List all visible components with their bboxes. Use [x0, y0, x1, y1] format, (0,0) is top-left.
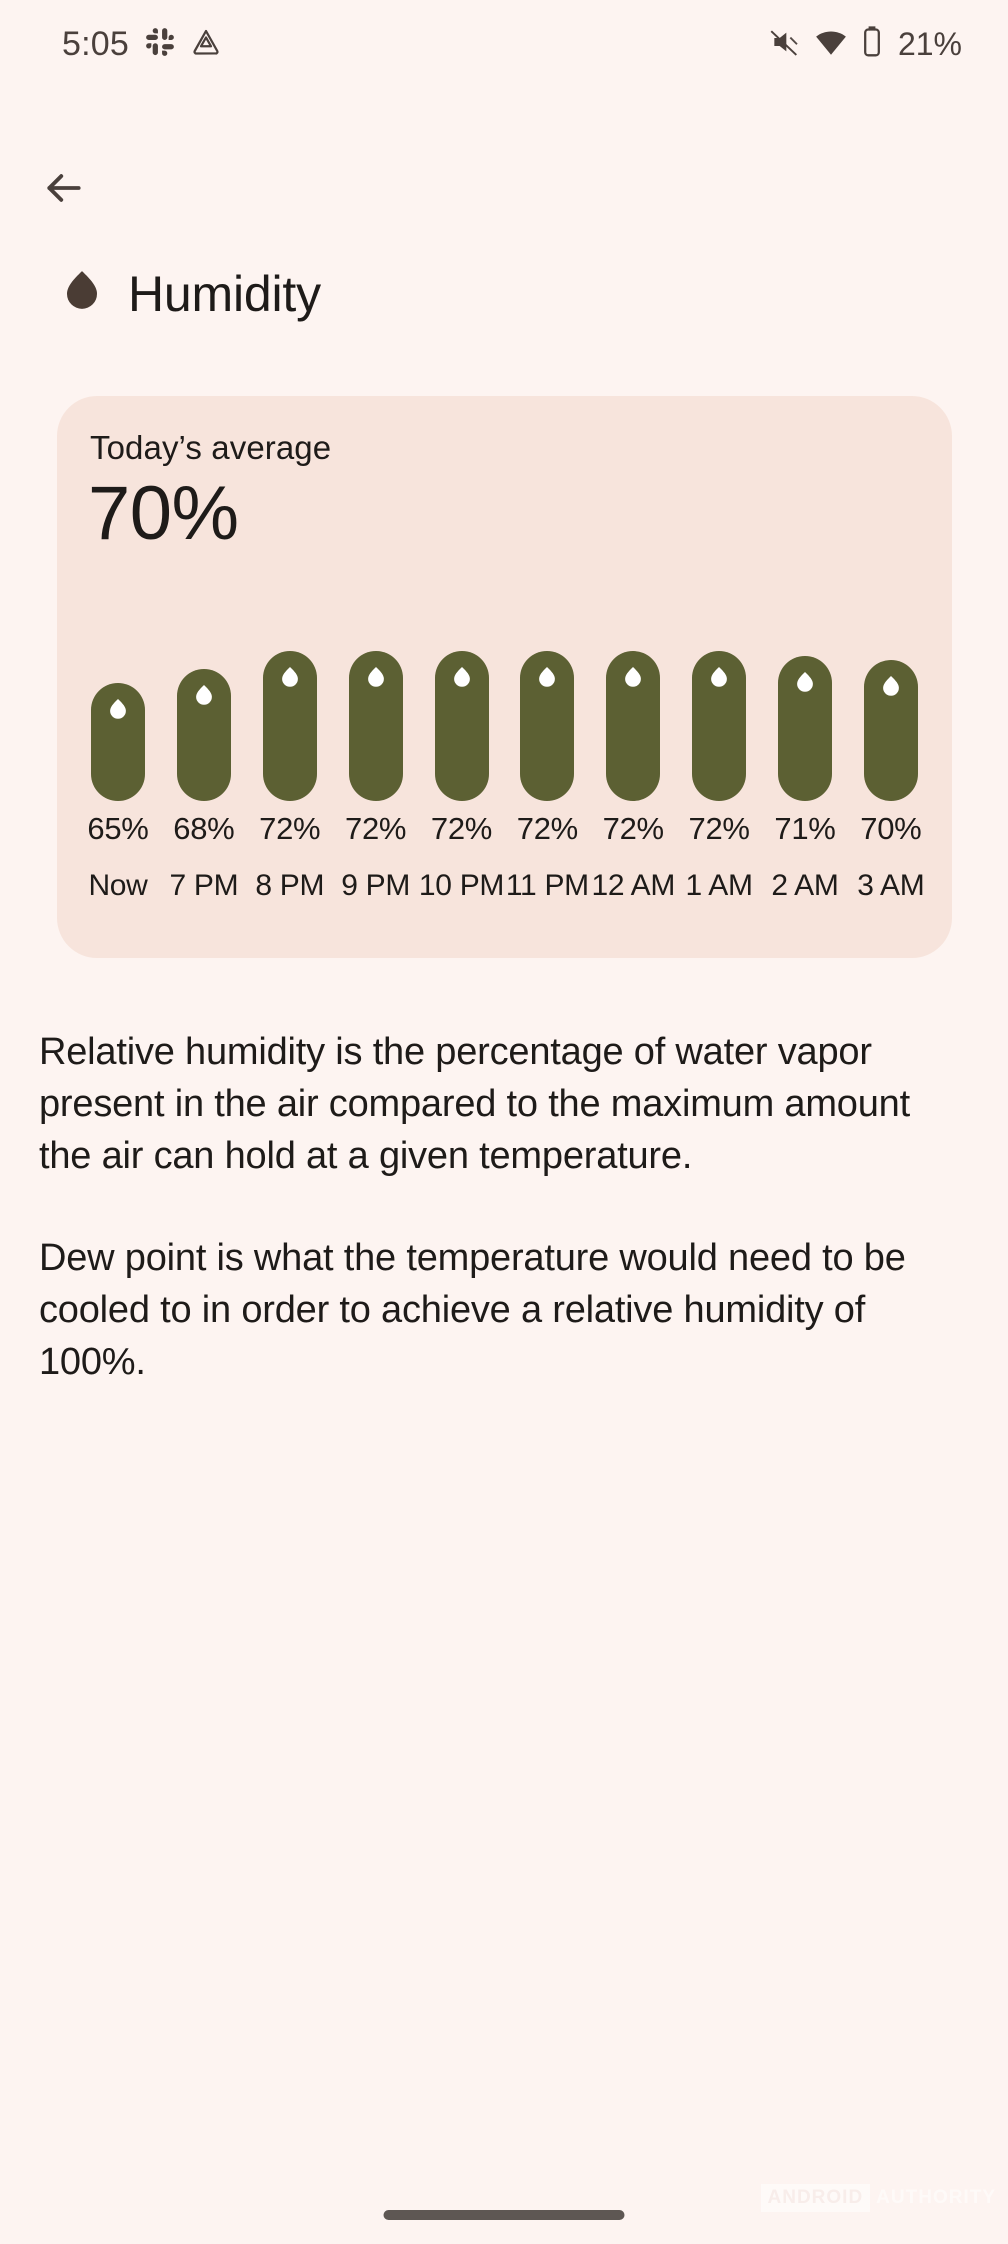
- bar-value-label: 70%: [860, 811, 922, 846]
- page-title: Humidity: [128, 266, 321, 322]
- description-paragraph-1: Relative humidity is the percentage of w…: [39, 1031, 910, 1177]
- bar-time-label: 9 PM: [341, 869, 411, 902]
- humidity-bar[interactable]: [692, 651, 747, 801]
- bar-time-label: 10 PM: [418, 869, 505, 902]
- bar-area: [165, 646, 243, 801]
- bar-area: [337, 646, 415, 801]
- bar-value-label: 72%: [688, 811, 750, 846]
- bar-area: [251, 646, 329, 801]
- bar-value-label: 68%: [173, 811, 235, 846]
- water-drop-icon: [279, 665, 301, 696]
- bar-area: [852, 646, 930, 801]
- bar-value-label: 72%: [602, 811, 664, 846]
- bar-time-label: 1 AM: [685, 869, 753, 902]
- chart-column: 72% 8 PM: [251, 646, 329, 903]
- status-clock: 5:05: [62, 24, 129, 63]
- chart-column: 71% 2 AM: [766, 646, 844, 903]
- watermark-authority: AUTHORITY: [876, 2187, 996, 2208]
- chart-column: 72% 10 PM: [419, 646, 504, 903]
- home-indicator[interactable]: [383, 2210, 625, 2220]
- humidity-bar[interactable]: [262, 651, 317, 801]
- bar-time-label: 12 AM: [591, 869, 676, 902]
- chart-column: 70% 3 AM: [852, 646, 930, 903]
- slack-icon: [145, 27, 175, 62]
- bar-time-label: 8 PM: [255, 869, 325, 902]
- back-button[interactable]: [28, 152, 100, 224]
- status-bar: 5:05 21%: [0, 0, 1008, 88]
- battery-icon: [861, 25, 883, 64]
- water-drop-icon: [536, 665, 558, 696]
- bar-time-label: 2 AM: [771, 869, 839, 902]
- bar-value-label: 72%: [345, 811, 407, 846]
- water-drop-glyph: [67, 270, 97, 309]
- humidity-bar[interactable]: [176, 669, 231, 801]
- humidity-bar[interactable]: [778, 655, 832, 801]
- water-drop-icon: [62, 268, 102, 321]
- card-average-value: 70%: [88, 471, 239, 556]
- chart-column: 72% 12 AM: [591, 646, 676, 903]
- watermark-android: ANDROID: [760, 2184, 871, 2212]
- water-drop-icon: [365, 665, 387, 696]
- battery-percent-label: 21%: [897, 25, 962, 62]
- bar-time-label: 3 AM: [857, 869, 925, 902]
- arrow-left-icon: [47, 174, 81, 202]
- bar-value-label: 72%: [430, 811, 493, 846]
- bar-time-label: Now: [88, 869, 148, 902]
- bar-time-label: 11 PM: [505, 869, 589, 902]
- card-subtitle: Today’s average: [90, 429, 332, 466]
- humidity-bar[interactable]: [348, 651, 403, 801]
- bar-area: [594, 646, 672, 801]
- wifi-icon: [814, 25, 848, 64]
- humidity-bar[interactable]: [91, 683, 145, 801]
- humidity-bar[interactable]: [434, 651, 489, 801]
- hourly-humidity-chart: 65% Now 68% 7 PM 72% 8 PM 72% 9 PM 72% 10 PM 72% 11…: [79, 646, 930, 936]
- humidity-bar[interactable]: [863, 660, 918, 801]
- bar-area: [423, 646, 501, 801]
- humidity-bar[interactable]: [520, 651, 575, 801]
- chart-column: 68% 7 PM: [165, 646, 243, 903]
- chart-column: 72% 1 AM: [680, 646, 758, 903]
- water-drop-icon: [708, 665, 730, 696]
- humidity-summary-card: Today’s average 70% 65% Now 68% 7 PM 72% 8 PM…: [57, 396, 952, 958]
- description-paragraph-2: Dew point is what the temperature would …: [39, 1237, 906, 1383]
- humidity-bar[interactable]: [606, 651, 661, 801]
- water-drop-icon: [622, 665, 644, 696]
- chart-column: 72% 9 PM: [337, 646, 415, 903]
- description-block: Relative humidity is the percentage of w…: [39, 1026, 955, 1388]
- bar-area: [680, 646, 758, 801]
- bar-value-label: 72%: [516, 811, 578, 846]
- chart-column: 72% 11 PM: [505, 646, 589, 903]
- page-header: Humidity: [62, 258, 321, 330]
- bar-value-label: 71%: [774, 811, 836, 846]
- bar-area: [766, 646, 844, 801]
- bar-area: [79, 646, 157, 801]
- water-drop-icon: [193, 683, 215, 714]
- bar-value-label: 72%: [259, 811, 321, 846]
- water-drop-icon: [107, 697, 129, 728]
- bar-area: [508, 646, 586, 801]
- chart-column: 65% Now: [79, 646, 157, 903]
- mute-icon: [769, 26, 801, 63]
- status-bar-left: 5:05: [62, 25, 221, 64]
- phone-screen: 5:05 21% Humidity Today’s average 70% 65…: [0, 0, 1008, 2244]
- status-bar-right: 21%: [769, 25, 962, 64]
- water-drop-icon: [451, 665, 473, 696]
- bar-value-label: 65%: [87, 811, 149, 846]
- water-drop-icon: [794, 670, 816, 701]
- bar-time-label: 7 PM: [169, 869, 239, 902]
- drive-warning-icon: [191, 27, 221, 62]
- water-drop-icon: [880, 674, 902, 705]
- watermark: ANDROID AUTHORITY: [760, 2184, 997, 2212]
